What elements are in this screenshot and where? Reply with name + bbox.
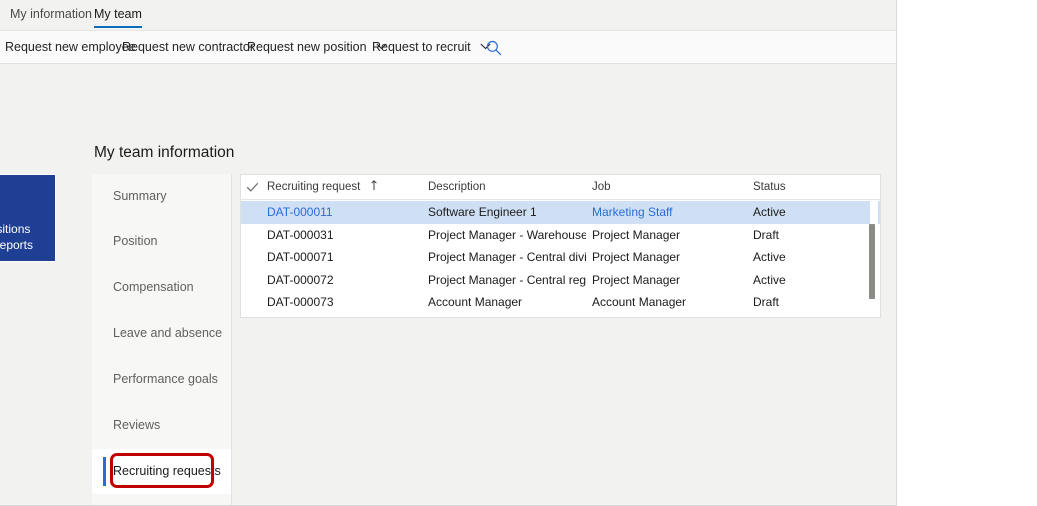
tab-strip: My information My team [0,0,897,31]
cell-job: Project Manager [592,269,747,292]
tab-my-team[interactable]: My team [89,0,147,31]
page-title: My team information [94,144,234,162]
cell-job: Account Manager [592,291,747,314]
table-row[interactable]: DAT-000071 Project Manager - Central div… [241,246,880,269]
column-header-label: Description [428,181,486,193]
grid-scrollbar-thumb[interactable] [869,224,875,299]
cell-status: Active [753,269,863,292]
tab-label: My information [10,7,92,21]
nav-item-summary[interactable]: Summary [92,174,231,219]
cell-description: Account Manager [428,291,586,314]
nav-item-performance-goals[interactable]: Performance goals [92,357,231,402]
search-icon[interactable] [485,39,503,57]
table-row[interactable]: DAT-000031 Project Manager - Warehouse P… [241,224,880,247]
column-header-label: Job [592,181,611,193]
table-row[interactable]: DAT-000073 Account Manager Account Manag… [241,291,880,314]
nav-item-recruiting-requests[interactable]: Recruiting requests [92,449,231,494]
clipped-summary-tile[interactable]: positions ct reports [0,174,56,262]
clipped-tile-line-2: ct reports [0,237,33,253]
tab-my-information[interactable]: My information [5,0,97,31]
cell-recruiting-request[interactable]: DAT-000073 [267,291,422,314]
grid-header-row: Recruiting request Description Job Sta [241,175,880,200]
grid-vertical-scrollbar[interactable] [870,201,878,314]
column-header-recruiting-request[interactable]: Recruiting request [267,175,378,199]
request-new-employee-button[interactable]: Request new employee [5,31,136,64]
cell-status: Draft [753,291,863,314]
tab-label: My team [94,7,142,21]
cell-description: Project Manager - Central divisi... [428,246,586,269]
table-row[interactable]: DAT-000072 Project Manager - Central reg… [241,269,880,292]
column-header-job[interactable]: Job [592,175,611,199]
button-label: Request new contractor [122,40,254,54]
request-to-recruit-button[interactable]: Request to recruit [372,31,491,64]
cell-status: Active [753,201,863,224]
nav-item-label: Recruiting requests [113,449,221,494]
request-new-contractor-button[interactable]: Request new contractor [122,31,254,64]
button-label: Request to recruit [372,40,471,54]
action-pane-toolbar: Request new employee Request new contrac… [0,31,897,64]
column-header-label: Recruiting request [267,181,360,193]
cell-description: Project Manager - Central region [428,269,586,292]
clipped-tile-text: positions ct reports [0,221,33,253]
sort-ascending-arrow-icon [370,180,378,191]
nav-item-label: Summary [113,174,166,219]
cell-job[interactable]: Marketing Staff [592,201,747,224]
nav-item-leave-and-absence[interactable]: Leave and absence [92,311,231,356]
nav-item-compensation[interactable]: Compensation [92,265,231,310]
section-navigation-panel: Summary Position Compensation Leave and … [92,174,232,506]
cell-recruiting-request[interactable]: DAT-000031 [267,224,422,247]
nav-item-label: Leave and absence [113,311,222,356]
nav-item-label: Reviews [113,403,160,448]
cell-description: Project Manager - Warehouse [428,224,586,247]
column-header-description[interactable]: Description [428,175,486,199]
cell-recruiting-request[interactable]: DAT-000072 [267,269,422,292]
clipped-tile-line-1: positions [0,221,33,237]
cell-recruiting-request[interactable]: DAT-000011 [267,201,422,224]
cell-status: Draft [753,224,863,247]
cell-job: Project Manager [592,224,747,247]
nav-item-label: Performance goals [113,357,218,402]
application-window: My information My team Request new emplo… [0,0,897,506]
tab-selected-underline [94,26,142,28]
button-label: Request new position [247,40,367,54]
nav-item-position[interactable]: Position [92,219,231,264]
cell-job: Project Manager [592,246,747,269]
nav-item-label: Compensation [113,265,194,310]
work-area: positions ct reports My team information… [0,64,897,506]
cell-status: Active [753,246,863,269]
checkmark-icon[interactable] [246,181,259,194]
nav-selection-indicator [103,457,106,486]
recruiting-requests-grid: Recruiting request Description Job Sta [240,174,881,318]
button-label: Request new employee [5,40,136,54]
request-new-position-button[interactable]: Request new position [247,31,387,64]
nav-item-label: Position [113,219,157,264]
column-header-status[interactable]: Status [753,175,786,199]
cell-description: Software Engineer 1 [428,201,586,224]
nav-item-reviews[interactable]: Reviews [92,403,231,448]
column-header-label: Status [753,181,786,193]
table-row[interactable]: DAT-000011 Software Engineer 1 Marketing… [241,201,880,224]
cell-recruiting-request[interactable]: DAT-000071 [267,246,422,269]
